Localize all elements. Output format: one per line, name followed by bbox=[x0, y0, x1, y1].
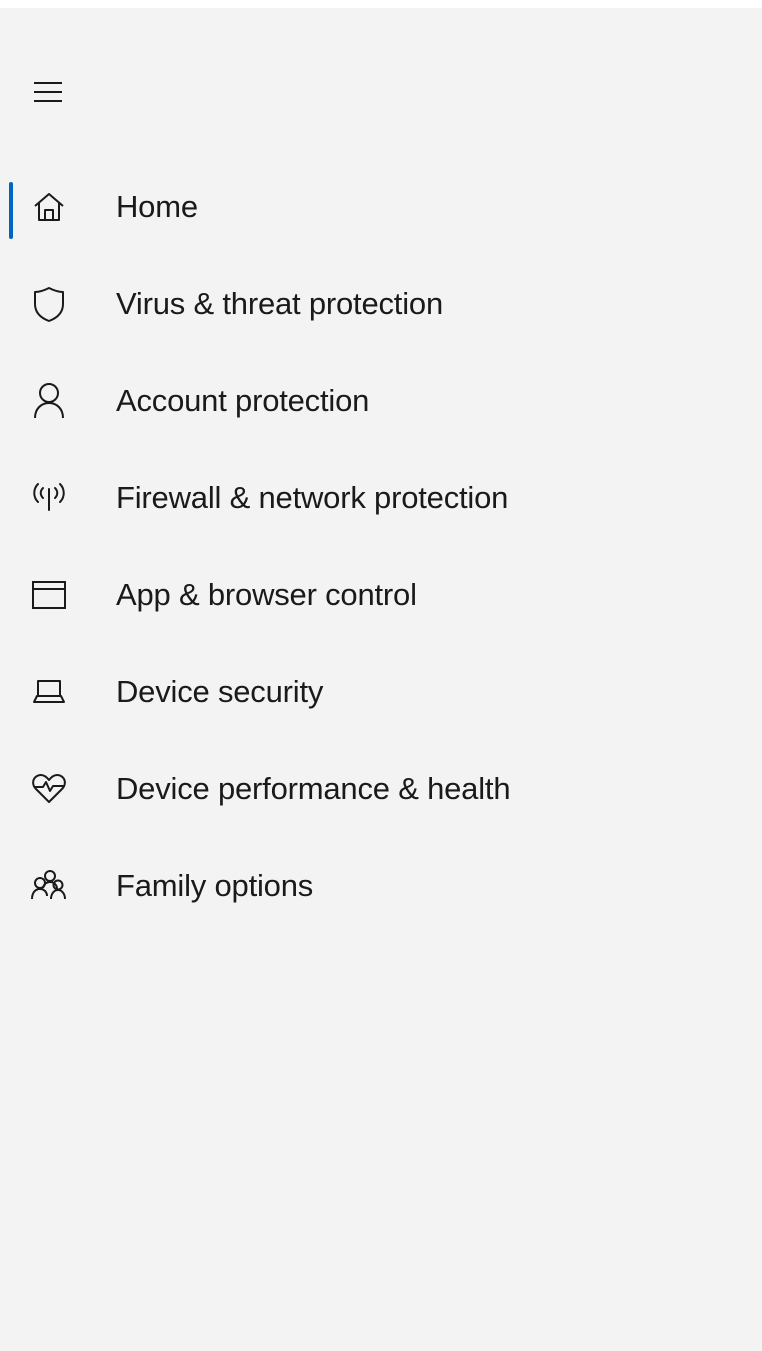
nav-item-account-protection[interactable]: Account protection bbox=[0, 352, 762, 449]
nav-item-family-options[interactable]: Family options bbox=[0, 837, 762, 934]
laptop-icon bbox=[29, 672, 69, 712]
nav-item-app-browser-control[interactable]: App & browser control bbox=[0, 546, 762, 643]
nav-item-label: Device performance & health bbox=[116, 770, 511, 806]
menu-button[interactable] bbox=[22, 66, 74, 118]
nav-item-label: Family options bbox=[116, 867, 314, 903]
app-window-icon bbox=[29, 575, 69, 615]
nav-item-label: Firewall & network protection bbox=[116, 479, 509, 515]
family-icon bbox=[29, 866, 69, 906]
wireless-antenna-icon bbox=[29, 478, 69, 518]
nav-item-label: Account protection bbox=[116, 382, 370, 418]
nav-item-firewall-network-protection[interactable]: Firewall & network protection bbox=[0, 449, 762, 546]
home-icon bbox=[29, 187, 69, 227]
nav-item-virus-threat-protection[interactable]: Virus & threat protection bbox=[0, 255, 762, 352]
navigation-pane: Home Virus & threat protection Account p… bbox=[0, 8, 762, 1351]
shield-icon bbox=[29, 284, 69, 324]
nav-item-label: Home bbox=[116, 188, 198, 224]
hamburger-menu-icon bbox=[34, 82, 62, 102]
selection-indicator bbox=[9, 182, 13, 239]
heart-pulse-icon bbox=[29, 769, 69, 809]
nav-item-label: Virus & threat protection bbox=[116, 285, 443, 321]
nav-item-label: App & browser control bbox=[116, 576, 417, 612]
person-icon bbox=[29, 381, 69, 421]
nav-list: Home Virus & threat protection Account p… bbox=[0, 158, 762, 934]
nav-item-home[interactable]: Home bbox=[0, 158, 762, 255]
nav-item-device-performance-health[interactable]: Device performance & health bbox=[0, 740, 762, 837]
nav-item-label: Device security bbox=[116, 673, 324, 709]
nav-item-device-security[interactable]: Device security bbox=[0, 643, 762, 740]
